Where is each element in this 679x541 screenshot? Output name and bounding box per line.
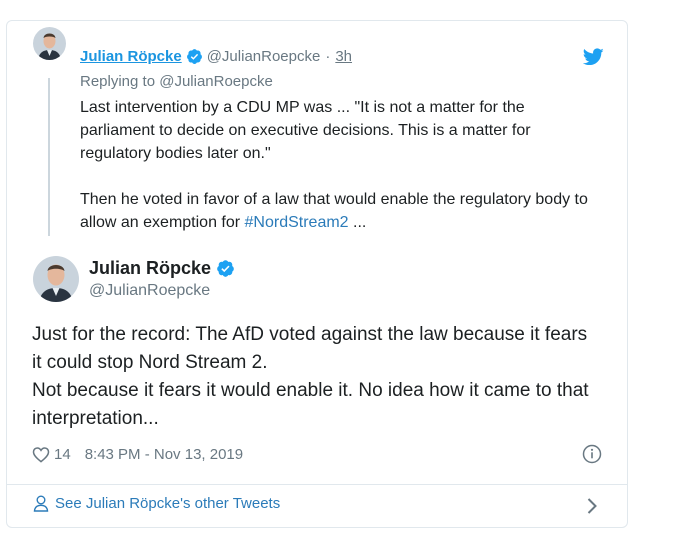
replying-to-label[interactable]: Replying to @JulianRoepcke [80, 73, 273, 90]
main-tweet-line-2: Not because it fears it would enable it.… [32, 380, 589, 429]
tweet-meta-row: 14 8:43 PM - Nov 13, 2019 [32, 446, 243, 463]
main-author-name-row[interactable]: Julian Röpcke [89, 258, 239, 279]
twitter-bird-icon[interactable] [583, 48, 604, 66]
thread-connector-line [48, 78, 50, 236]
tweet-timestamp-link[interactable]: 8:43 PM - Nov 13, 2019 [85, 446, 243, 463]
main-handle[interactable]: @JulianRoepcke [89, 282, 210, 300]
info-icon[interactable] [582, 444, 602, 464]
parent-timestamp-link[interactable]: 3h [335, 48, 352, 65]
hashtag-link[interactable]: #NordStream2 [245, 214, 349, 231]
parent-author-name[interactable]: Julian Röpcke [80, 48, 182, 65]
main-avatar[interactable] [33, 256, 79, 302]
footer-divider [6, 484, 628, 485]
parent-text-after-hashtag: ... [348, 214, 367, 231]
separator-dot: · [325, 48, 331, 65]
main-author-name[interactable]: Julian Röpcke [89, 258, 211, 279]
main-tweet-text: Just for the record: The AfD voted again… [32, 321, 592, 433]
person-icon [33, 495, 49, 512]
heart-icon[interactable] [32, 446, 50, 463]
like-count[interactable]: 14 [54, 446, 71, 463]
parent-avatar[interactable] [33, 27, 66, 60]
parent-tweet-paragraph-1: Last intervention by a CDU MP was ... "I… [80, 99, 531, 162]
parent-tweet-paragraph-2: Then he voted in favor of a law that wou… [80, 188, 600, 234]
parent-tweet-header: Julian Röpcke @JulianRoepcke · 3h [80, 48, 352, 65]
verified-badge-icon [217, 260, 234, 277]
chevron-right-icon[interactable] [586, 497, 598, 515]
other-tweets-link[interactable]: See Julian Röpcke's other Tweets [33, 495, 280, 512]
parent-tweet-text: Last intervention by a CDU MP was ... "I… [80, 96, 600, 234]
other-tweets-label[interactable]: See Julian Röpcke's other Tweets [55, 495, 280, 512]
verified-badge-icon [186, 49, 202, 64]
parent-handle[interactable]: @JulianRoepcke [207, 48, 321, 65]
main-tweet-line-1: Just for the record: The AfD voted again… [32, 324, 588, 373]
